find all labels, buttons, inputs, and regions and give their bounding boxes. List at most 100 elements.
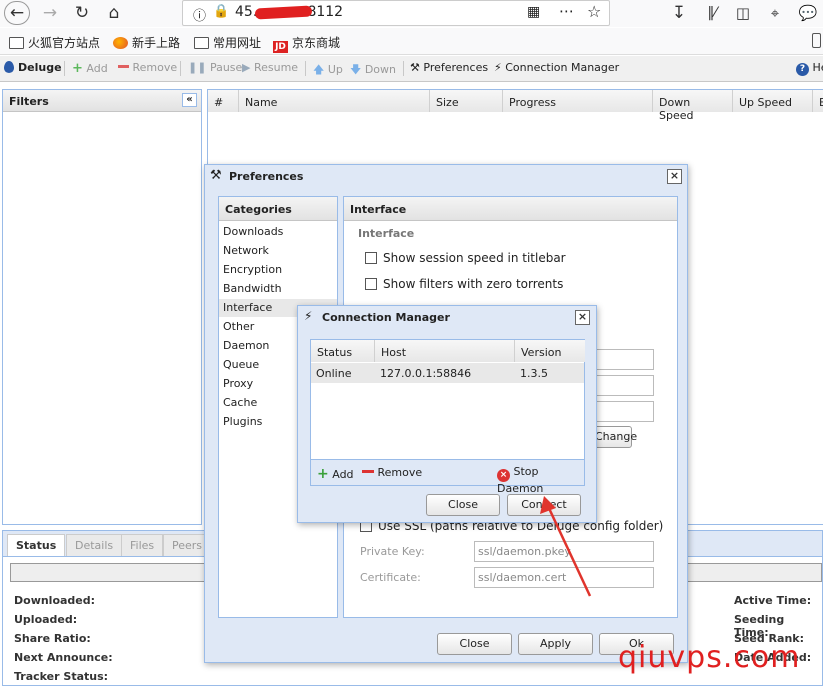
cm-add-button[interactable]: + Add	[317, 466, 354, 482]
info-icon[interactable]: ⓘ	[193, 5, 206, 24]
collapse-icon[interactable]: «	[182, 93, 197, 107]
folder-icon	[194, 37, 209, 49]
column-header[interactable]: Name	[239, 90, 430, 112]
bookmarks-bar: 火狐官方站点 新手上路 常用网址 JD 京东商城	[0, 28, 823, 55]
port-input[interactable]	[594, 349, 654, 370]
more-icon[interactable]: ⋯	[559, 2, 574, 20]
section-title: Interface	[358, 227, 415, 240]
host-version: 1.3.5	[520, 367, 548, 380]
resume-button[interactable]: ▶ Resume	[242, 61, 298, 74]
preferences-title-bar: ⚒ Preferences ×	[205, 165, 687, 187]
cm-remove-button[interactable]: Remove	[362, 466, 422, 479]
category-queue[interactable]: Queue	[223, 358, 259, 371]
table-row[interactable]: Online 127.0.0.1:58846 1.3.5	[311, 363, 584, 383]
close-icon[interactable]: ×	[667, 169, 682, 184]
deluge-toolbar: Deluge + Add Remove ❚❚ Pause ▶ Resume 🡅 …	[0, 56, 823, 82]
column-header[interactable]: E	[813, 90, 823, 112]
up-button[interactable]: 🡅 Up	[313, 61, 343, 80]
category-other[interactable]: Other	[223, 320, 254, 333]
forward-icon[interactable]: →	[38, 2, 62, 24]
tab-files[interactable]: Files	[121, 534, 164, 556]
annotation-arrow	[540, 496, 592, 597]
bookmark-item[interactable]: JD 京东商城	[273, 34, 340, 53]
qr-code-icon[interactable]: ▦	[527, 4, 540, 20]
minus-icon	[118, 65, 129, 68]
prefs-close-button[interactable]: Close	[437, 633, 512, 655]
filters-header: Filters «	[3, 90, 201, 112]
category-cache[interactable]: Cache	[223, 396, 257, 409]
bookmark-star-icon[interactable]: ☆	[587, 2, 601, 21]
toolbar-divider	[403, 61, 404, 76]
host-status: Online	[316, 367, 352, 380]
password-confirm-input[interactable]	[594, 401, 654, 422]
arrow-shaft	[545, 503, 592, 597]
column-header[interactable]: Up Speed	[733, 90, 813, 112]
bookmark-item[interactable]: 常用网址	[194, 34, 261, 51]
cm-close-button[interactable]: Close	[426, 494, 500, 516]
firefox-icon	[113, 37, 128, 49]
category-proxy[interactable]: Proxy	[223, 377, 253, 390]
pause-icon: ❚❚	[188, 61, 207, 74]
column-header[interactable]: Size	[430, 90, 503, 112]
arrow-down-icon: 🡇	[350, 63, 362, 76]
column-header[interactable]: Status	[311, 340, 375, 362]
preferences-button[interactable]: ⚒ Preferences	[410, 61, 488, 74]
host-address: 127.0.0.1:58846	[380, 367, 472, 380]
close-icon[interactable]: ×	[575, 310, 590, 325]
change-button[interactable]: Change	[594, 426, 637, 448]
down-button[interactable]: 🡇 Down	[350, 61, 396, 80]
insecure-lock-icon[interactable]: 🔒	[213, 4, 229, 19]
bookmark-item[interactable]: 新手上路	[113, 34, 180, 51]
stat-label: Uploaded:	[14, 613, 78, 626]
bookmark-item[interactable]: 火狐官方站点	[9, 34, 100, 51]
mobile-bookmarks-icon[interactable]	[812, 33, 821, 48]
download-icon[interactable]: ↧	[667, 2, 691, 24]
plug-icon: ⚡	[304, 309, 313, 323]
deluge-logo: Deluge	[4, 61, 62, 74]
tab-details[interactable]: Details	[66, 534, 123, 556]
category-plugins[interactable]: Plugins	[223, 415, 262, 428]
category-bandwidth[interactable]: Bandwidth	[223, 282, 282, 295]
minus-icon	[362, 470, 374, 473]
stat-label: Downloaded:	[14, 594, 96, 607]
chat-icon[interactable]: 💬	[796, 2, 820, 24]
column-header[interactable]: Host	[375, 340, 515, 362]
pause-button[interactable]: ❚❚ Pause	[188, 61, 242, 74]
help-button[interactable]: ? He	[796, 61, 823, 76]
category-interface[interactable]: Interface	[223, 301, 272, 314]
column-header[interactable]: Progress	[503, 90, 653, 112]
screenshot-icon[interactable]: ⌖	[763, 2, 787, 24]
jd-icon: JD	[273, 41, 288, 53]
column-header[interactable]: Version	[515, 340, 585, 362]
toolbar-divider	[305, 61, 306, 76]
plus-icon: +	[72, 61, 83, 76]
checkbox[interactable]	[365, 278, 377, 290]
column-header[interactable]: #	[208, 90, 239, 112]
help-icon: ?	[796, 63, 809, 76]
category-daemon[interactable]: Daemon	[223, 339, 269, 352]
option-zero-filters[interactable]: Show filters with zero torrents	[365, 277, 563, 291]
sidebar-icon[interactable]: ◫	[731, 2, 755, 24]
connection-manager-button[interactable]: ⚡ Connection Manager	[494, 61, 619, 74]
stat-label: Active Time:	[734, 594, 812, 607]
category-encryption[interactable]: Encryption	[223, 263, 282, 276]
column-header[interactable]: Down Speed	[653, 90, 733, 122]
url-bar[interactable]: ⓘ 🔒 45.•••.••.8112 ▦ ⋯ ☆	[182, 0, 610, 26]
stat-label: Share Ratio:	[14, 632, 91, 645]
reload-icon[interactable]: ↻	[70, 2, 94, 24]
folder-icon	[9, 37, 24, 49]
back-icon[interactable]: ←	[4, 1, 30, 25]
library-icon[interactable]: ‖⁄	[700, 2, 724, 24]
checkbox[interactable]	[365, 252, 377, 264]
category-downloads[interactable]: Downloads	[223, 225, 283, 238]
option-session-speed[interactable]: Show session speed in titlebar	[365, 251, 566, 265]
certificate-label: Certificate:	[360, 571, 421, 584]
tab-status[interactable]: Status	[7, 534, 66, 556]
category-network[interactable]: Network	[223, 244, 269, 257]
add-button[interactable]: + Add	[72, 61, 108, 76]
password-input[interactable]	[594, 375, 654, 396]
prefs-apply-button[interactable]: Apply	[518, 633, 593, 655]
remove-button[interactable]: Remove	[118, 61, 177, 74]
categories-header: Categories	[219, 197, 337, 221]
home-icon[interactable]: ⌂	[102, 2, 126, 24]
